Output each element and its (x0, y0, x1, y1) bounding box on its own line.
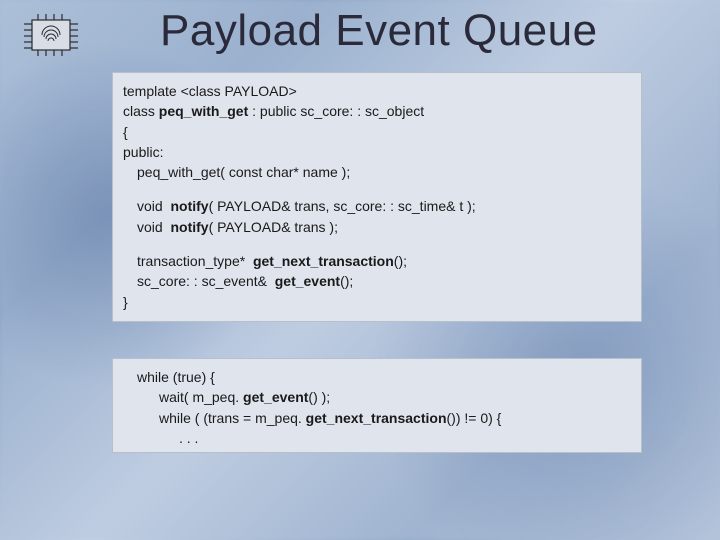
code-bold: notify (170, 198, 208, 214)
code-line: class peq_with_get : public sc_core: : s… (123, 101, 631, 121)
code-line: while (true) { (123, 367, 631, 387)
code-text: class (123, 103, 159, 119)
code-bold: notify (170, 219, 208, 235)
code-block-usage: while (true) { wait( m_peq. get_event() … (112, 358, 642, 453)
code-line: . . . (123, 428, 631, 448)
code-text: ( PAYLOAD& trans ); (209, 219, 338, 235)
code-text: transaction_type* (137, 253, 253, 269)
code-text: void (137, 219, 170, 235)
code-text: sc_core: : sc_event& (137, 273, 275, 289)
code-line: transaction_type* get_next_transaction()… (123, 251, 631, 271)
code-block-class-definition: template <class PAYLOAD> class peq_with_… (112, 72, 642, 322)
code-text: while ( (trans = m_peq. (159, 410, 306, 426)
code-text: ( PAYLOAD& trans, sc_core: : sc_time& t … (209, 198, 476, 214)
slide: Payload Event Queue template <class PAYL… (0, 0, 720, 540)
code-line: } (123, 292, 631, 312)
code-line: public: (123, 142, 631, 162)
code-bold: get_next_transaction (253, 253, 394, 269)
code-text: : public sc_core: : sc_object (248, 103, 424, 119)
code-line: void notify( PAYLOAD& trans ); (123, 217, 631, 237)
code-bold: peq_with_get (159, 103, 248, 119)
code-text: ()) != 0) { (447, 410, 502, 426)
code-text: (); (340, 273, 353, 289)
code-text: wait( m_peq. (159, 389, 243, 405)
code-line: void notify( PAYLOAD& trans, sc_core: : … (123, 196, 631, 216)
code-line: sc_core: : sc_event& get_event(); (123, 271, 631, 291)
code-bold: get_event (243, 389, 308, 405)
code-text: void (137, 198, 170, 214)
slide-title: Payload Event Queue (160, 6, 598, 56)
code-line: while ( (trans = m_peq. get_next_transac… (123, 408, 631, 428)
code-line: template <class PAYLOAD> (123, 81, 631, 101)
blank-line (123, 182, 631, 196)
code-line: wait( m_peq. get_event() ); (123, 387, 631, 407)
code-text: (); (394, 253, 407, 269)
code-line: peq_with_get( const char* name ); (123, 162, 631, 182)
blank-line (123, 237, 631, 251)
fingerprint-chip-icon (22, 14, 80, 56)
code-text: () ); (308, 389, 330, 405)
code-line: { (123, 122, 631, 142)
code-bold: get_next_transaction (306, 410, 447, 426)
code-bold: get_event (275, 273, 340, 289)
